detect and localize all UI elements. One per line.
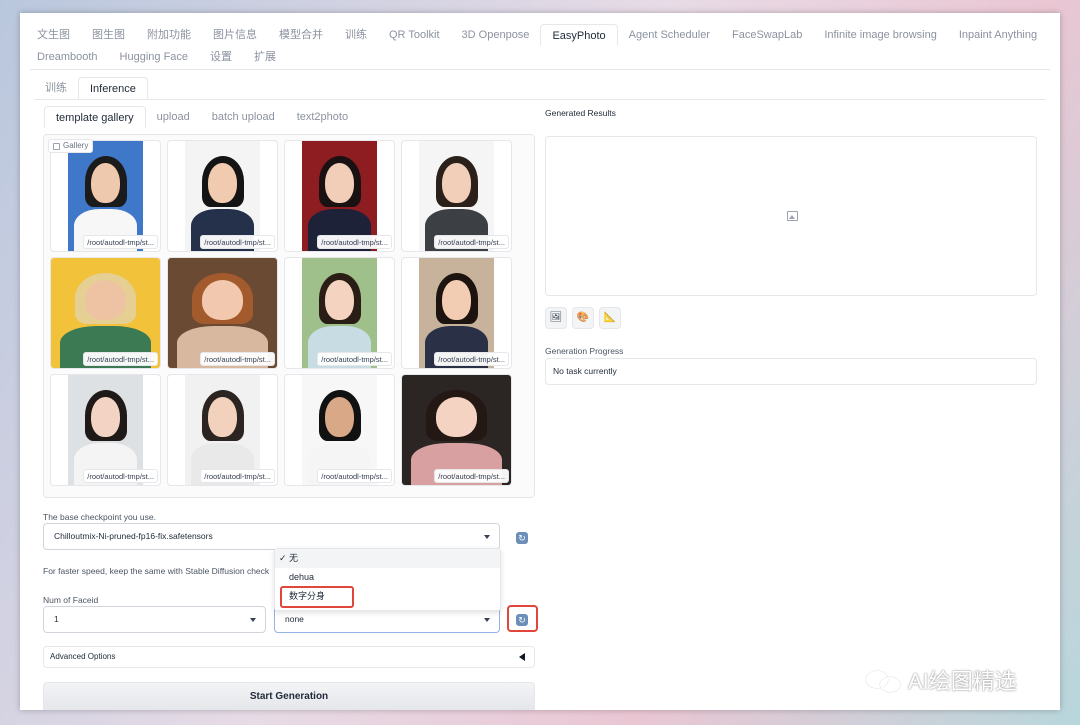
gallery-item-caption: /root/autodl-tmp/st... xyxy=(317,469,392,483)
gallery-item[interactable]: /root/autodl-tmp/st... xyxy=(50,374,161,486)
main-tab-11[interactable]: Infinite image browsing xyxy=(813,24,948,46)
image-placeholder-icon xyxy=(787,211,798,221)
checkpoint-refresh-button[interactable]: ↻ xyxy=(509,525,535,551)
main-tab-4[interactable]: 模型合并 xyxy=(268,24,334,46)
gallery-item[interactable]: /root/autodl-tmp/st... xyxy=(50,257,161,369)
main-tab-9[interactable]: Agent Scheduler xyxy=(618,24,721,46)
gallery-item[interactable]: /root/autodl-tmp/st... xyxy=(284,257,395,369)
checkpoint-label: The base checkpoint you use. xyxy=(43,512,156,522)
faceid-label: Num of Faceid xyxy=(43,595,99,605)
advanced-options-accordion[interactable]: Advanced Options xyxy=(43,646,535,668)
gallery-item-caption: /root/autodl-tmp/st... xyxy=(83,235,158,249)
generation-progress-box: No task currently xyxy=(545,358,1037,385)
source-tab-2[interactable]: batch upload xyxy=(201,106,286,128)
faceid-select[interactable]: 1 xyxy=(43,606,266,633)
gallery-item[interactable]: /root/autodl-tmp/st... xyxy=(284,140,395,252)
advanced-options-label: Advanced Options xyxy=(50,652,116,661)
gallery-item[interactable]: /root/autodl-tmp/st... xyxy=(167,140,278,252)
sub-tab-0[interactable]: 训练 xyxy=(34,77,78,99)
gallery-item[interactable]: /root/autodl-tmp/st... xyxy=(401,140,512,252)
gallery-grid: /root/autodl-tmp/st... /root/autodl-tmp/s… xyxy=(50,140,512,486)
user-id-value: none xyxy=(285,614,304,624)
gallery-item-caption: /root/autodl-tmp/st... xyxy=(200,469,275,483)
main-tab-16[interactable]: 扩展 xyxy=(243,46,287,68)
generated-results-area xyxy=(545,136,1037,296)
gallery-item-caption: /root/autodl-tmp/st... xyxy=(434,235,509,249)
gallery-item[interactable]: /root/autodl-tmp/st... xyxy=(401,374,512,486)
sub-tab-bar: 训练 Inference xyxy=(34,77,148,99)
speed-note: For faster speed, keep the same with Sta… xyxy=(43,566,270,576)
main-tab-bar: 文生图 图生图 附加功能 图片信息 模型合并 训练 QR Toolkit 3D Openpos… xyxy=(26,24,1052,68)
gallery-item-caption: /root/autodl-tmp/st... xyxy=(200,235,275,249)
app-window: 文生图 图生图 附加功能 图片信息 模型合并 训练 QR Toolkit 3D Openpos… xyxy=(20,13,1060,710)
gallery-item[interactable]: /root/autodl-tmp/st... xyxy=(284,374,395,486)
generation-progress-label: Generation Progress xyxy=(545,346,624,356)
dropdown-option[interactable]: ✓ 无 xyxy=(275,549,500,568)
triangle-left-icon xyxy=(519,653,525,661)
dropdown-option[interactable]: dehua xyxy=(275,568,500,587)
gallery-item-caption: /root/autodl-tmp/st... xyxy=(317,352,392,366)
main-tab-15[interactable]: 设置 xyxy=(199,46,243,68)
watermark-text: AI绘图精选 xyxy=(908,669,1017,694)
result-tool-row: 🖼 🎨 📐 xyxy=(545,307,621,329)
main-tab-0[interactable]: 文生图 xyxy=(26,24,81,46)
gallery-item[interactable]: /root/autodl-tmp/st... xyxy=(167,374,278,486)
main-tab-2[interactable]: 附加功能 xyxy=(136,24,202,46)
source-tab-3[interactable]: text2photo xyxy=(286,106,359,128)
gallery-item-caption: /root/autodl-tmp/st... xyxy=(434,352,509,366)
main-tab-3[interactable]: 图片信息 xyxy=(202,24,268,46)
main-tab-10[interactable]: FaceSwapLab xyxy=(721,24,813,46)
gallery-item[interactable]: /root/autodl-tmp/st... xyxy=(167,257,278,369)
gallery-item-caption: /root/autodl-tmp/st... xyxy=(200,352,275,366)
chevron-down-icon xyxy=(484,535,490,539)
wechat-icon xyxy=(866,667,902,693)
gallery-label-text: Gallery xyxy=(63,141,89,150)
checkpoint-value: Chilloutmix-Ni-pruned-fp16-fix.safetenso… xyxy=(54,531,213,541)
main-tab-14[interactable]: Hugging Face xyxy=(109,46,200,68)
main-tab-divider xyxy=(30,69,1050,70)
option-highlight-box xyxy=(280,586,354,608)
gallery-item-caption: /root/autodl-tmp/st... xyxy=(83,469,158,483)
watermark: AI绘图精选 xyxy=(866,664,1017,696)
gallery-item-caption: /root/autodl-tmp/st... xyxy=(434,469,509,483)
palette-icon: 🎨 xyxy=(576,312,590,323)
main-tab-13[interactable]: Dreambooth xyxy=(26,46,109,68)
source-tab-0[interactable]: template gallery xyxy=(44,106,146,128)
chevron-down-icon xyxy=(250,618,256,622)
main-tab-6[interactable]: QR Toolkit xyxy=(378,24,451,46)
gallery-item[interactable]: /root/autodl-tmp/st... xyxy=(50,140,161,252)
send-to-img2img-button[interactable]: 🖼 xyxy=(545,307,567,329)
main-tab-1[interactable]: 图生图 xyxy=(81,24,136,46)
main-tab-5[interactable]: 训练 xyxy=(334,24,378,46)
gallery-label: Gallery xyxy=(48,139,94,153)
send-to-extras-button[interactable]: 📐 xyxy=(599,307,621,329)
refresh-icon: ↻ xyxy=(516,532,528,544)
gallery-icon xyxy=(53,142,60,150)
chevron-down-icon xyxy=(484,618,490,622)
faceid-value: 1 xyxy=(54,614,59,624)
source-tab-1[interactable]: upload xyxy=(146,106,201,128)
main-tab-7[interactable]: 3D Openpose xyxy=(451,24,541,46)
gallery-item-caption: /root/autodl-tmp/st... xyxy=(317,235,392,249)
template-gallery: /root/autodl-tmp/st... /root/autodl-tmp/s… xyxy=(43,134,535,498)
main-tab-8[interactable]: EasyPhoto xyxy=(540,24,618,46)
sub-tab-1[interactable]: Inference xyxy=(78,77,148,99)
main-tab-12[interactable]: Inpaint Anything xyxy=(948,24,1048,46)
user-id-dropdown: ✓ 无 dehua 数字分身 xyxy=(274,548,501,611)
source-tab-bar: template gallery upload batch upload text2p… xyxy=(44,106,359,128)
picture-icon: 🖼 xyxy=(549,312,563,323)
triangle-ruler-icon: 📐 xyxy=(603,312,617,323)
generated-results-title: Generated Results xyxy=(545,108,616,118)
checkpoint-select[interactable]: Chilloutmix-Ni-pruned-fp16-fix.safetenso… xyxy=(43,523,500,550)
start-generation-button[interactable]: Start Generation xyxy=(43,682,535,710)
refresh-highlight-box xyxy=(507,605,538,632)
gallery-item-caption: /root/autodl-tmp/st... xyxy=(83,352,158,366)
send-to-inpaint-button[interactable]: 🎨 xyxy=(572,307,594,329)
gallery-item[interactable]: /root/autodl-tmp/st... xyxy=(401,257,512,369)
